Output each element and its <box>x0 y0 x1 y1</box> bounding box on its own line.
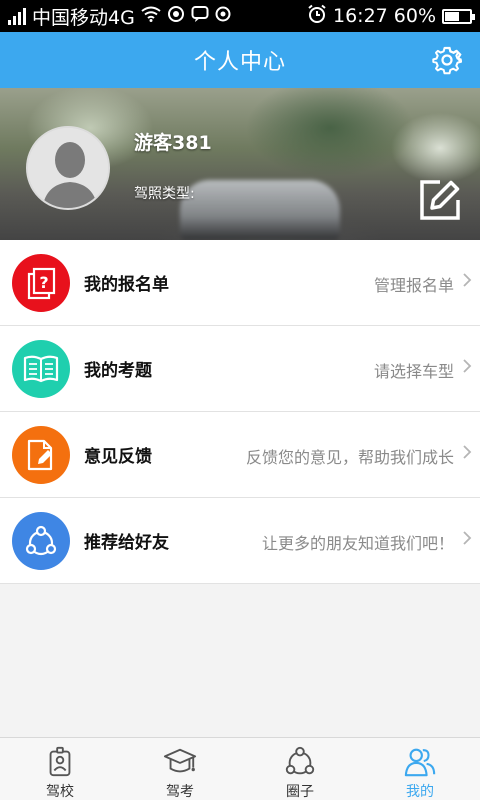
menu-item-label: 我的考题 <box>84 361 152 381</box>
license-type-label: 驾照类型: <box>134 186 195 202</box>
profile-banner: 游客381 驾照类型: <box>0 88 480 240</box>
gear-icon[interactable] <box>432 45 465 75</box>
avatar[interactable] <box>26 126 110 210</box>
battery-icon <box>442 8 475 24</box>
nav-label: 驾考 <box>166 784 194 800</box>
username[interactable]: 游客381 <box>134 128 212 155</box>
time-text: 16:27 <box>333 5 388 27</box>
menu-item-hint: 管理报名单 <box>373 276 454 295</box>
nav-label: 圈子 <box>286 784 314 800</box>
battery-percent-text: 60% <box>393 5 436 27</box>
menu-icon-circle <box>12 512 70 570</box>
carrier-text: 中国移动4G <box>32 6 135 29</box>
svg-text:?: ? <box>39 273 48 292</box>
nav-label: 驾校 <box>46 784 74 800</box>
header: 个人中心 <box>0 32 480 88</box>
menu-item-share[interactable]: 推荐给好友 让更多的朋友知道我们吧！ <box>0 498 480 584</box>
menu-item-signup[interactable]: ? 我的报名单 管理报名单 <box>0 240 480 326</box>
page-title: 个人中心 <box>193 50 286 75</box>
graduation-cap-icon <box>163 748 197 773</box>
menu-item-hint: 让更多的朋友知道我们吧！ <box>261 534 454 553</box>
menu-item-questions[interactable]: 我的考题 请选择车型 <box>0 326 480 412</box>
status-right: 16:27 60% <box>307 4 475 29</box>
chevron-right-icon <box>462 530 472 551</box>
menu-icon-circle <box>12 426 70 484</box>
menu-icon-circle: ? <box>12 254 70 312</box>
bottom-nav: 驾校 驾考 圈子 我的 <box>0 737 480 800</box>
menu-item-hint: 反馈您的意见，帮助我们成长 <box>245 448 454 467</box>
nav-item-exam[interactable]: 驾考 <box>120 738 240 800</box>
status-left: 中国移动4G <box>8 3 231 30</box>
menu-item-label: 我的报名单 <box>84 275 169 295</box>
chat-icon <box>191 5 209 28</box>
menu-item-feedback[interactable]: 意见反馈 反馈您的意见，帮助我们成长 <box>0 412 480 498</box>
sync-icon <box>167 5 185 28</box>
alarm-icon <box>307 4 327 29</box>
wifi-icon <box>141 6 161 26</box>
menu-icon-circle <box>12 340 70 398</box>
chevron-right-icon <box>462 272 472 293</box>
chevron-right-icon <box>462 358 472 379</box>
status-bar: 中国移动4G 16:27 60% <box>0 0 480 32</box>
edit-icon[interactable] <box>418 178 462 222</box>
nav-label: 我的 <box>406 784 434 800</box>
nav-item-mine[interactable]: 我的 <box>360 738 480 800</box>
menu-item-label: 推荐给好友 <box>84 533 169 553</box>
people-icon <box>404 748 436 777</box>
menu-item-hint: 请选择车型 <box>373 362 454 381</box>
menu-list: ? 我的报名单 管理报名单 我的考题 请选择车型 意见反馈 反馈您的意见，帮助我… <box>0 240 480 584</box>
chevron-right-icon <box>462 444 472 465</box>
badge-icon <box>49 746 71 777</box>
circle-network-icon <box>285 746 315 775</box>
user-silhouette-icon <box>28 128 108 208</box>
question-doc-icon: ? <box>27 267 56 300</box>
banner-background-car <box>180 180 340 240</box>
doc-pen-icon <box>27 439 53 471</box>
share-icon <box>25 525 57 556</box>
location-icon <box>215 5 231 27</box>
nav-item-circle[interactable]: 圈子 <box>240 738 360 800</box>
signal-icon <box>8 7 26 25</box>
nav-item-school[interactable]: 驾校 <box>0 738 120 800</box>
open-book-icon <box>23 355 59 383</box>
menu-item-label: 意见反馈 <box>84 447 152 467</box>
